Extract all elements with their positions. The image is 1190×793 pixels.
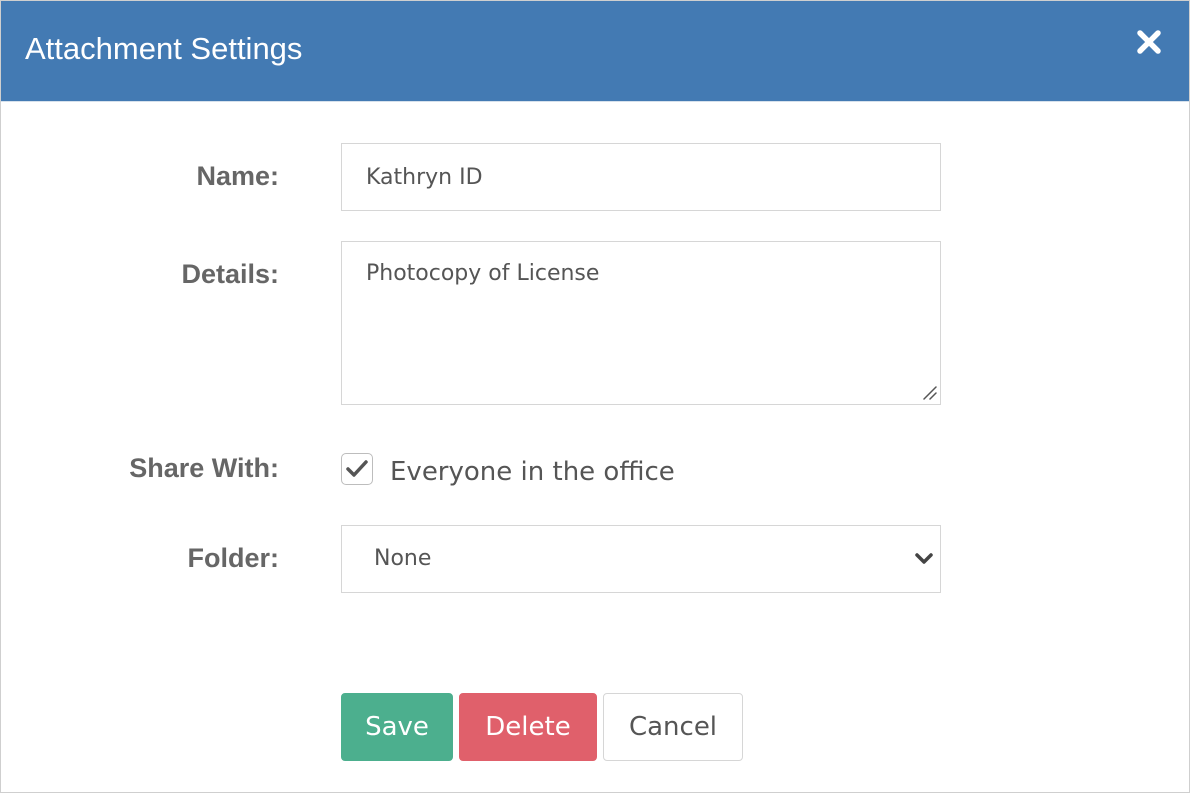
close-icon[interactable] bbox=[1134, 27, 1164, 57]
checkmark-icon bbox=[346, 460, 368, 477]
attachment-settings-dialog: Attachment Settings Name: Details: Photo… bbox=[0, 0, 1190, 793]
resize-grip-icon[interactable] bbox=[921, 384, 937, 400]
share-with-label: Share With: bbox=[129, 453, 279, 483]
dialog-header: Attachment Settings bbox=[1, 1, 1189, 102]
name-input[interactable] bbox=[341, 143, 941, 211]
folder-selected-value: None bbox=[374, 546, 432, 571]
chevron-down-icon bbox=[915, 553, 933, 564]
dialog-title: Attachment Settings bbox=[25, 31, 303, 66]
share-everyone-label[interactable]: Everyone in the office bbox=[390, 454, 675, 490]
name-label: Name: bbox=[196, 161, 279, 191]
cancel-button[interactable]: Cancel bbox=[603, 693, 743, 761]
save-button[interactable]: Save bbox=[341, 693, 453, 761]
details-label: Details: bbox=[181, 259, 279, 289]
details-textarea[interactable]: Photocopy of License bbox=[341, 241, 941, 405]
folder-select[interactable]: None bbox=[341, 525, 941, 593]
folder-label: Folder: bbox=[187, 543, 280, 573]
share-everyone-checkbox[interactable] bbox=[341, 453, 373, 485]
delete-button[interactable]: Delete bbox=[459, 693, 597, 761]
